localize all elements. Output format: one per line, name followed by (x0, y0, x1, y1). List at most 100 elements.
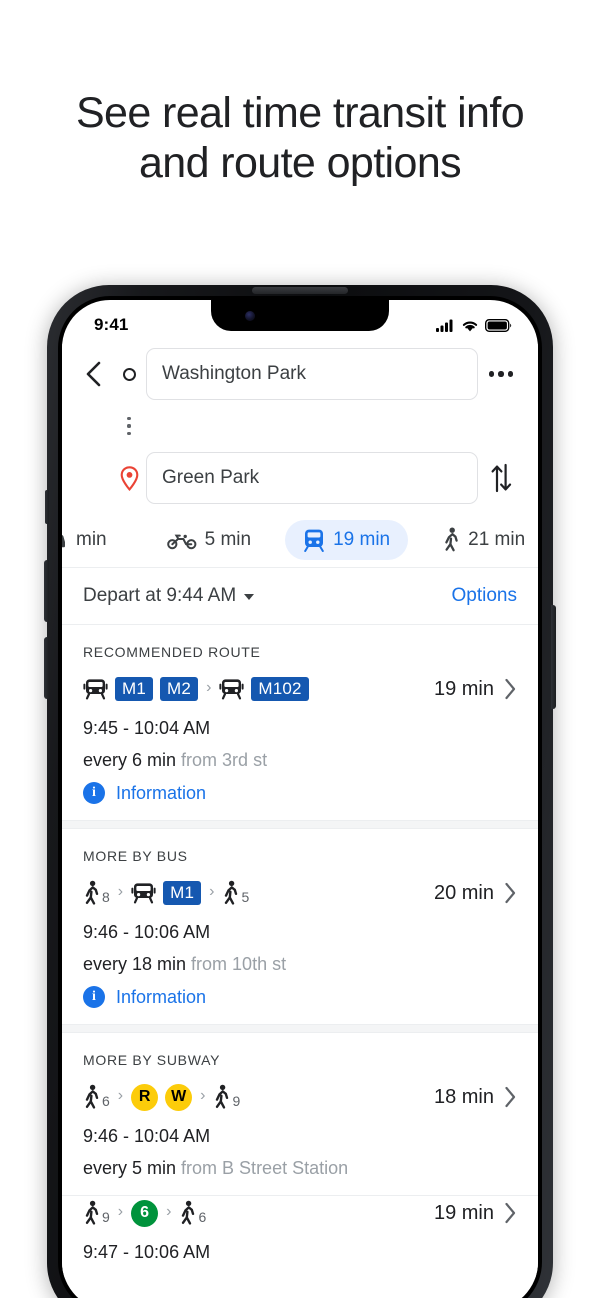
origin-circle-icon (122, 367, 136, 381)
mode-tab-walking[interactable]: 21 min (430, 520, 537, 559)
route-legs: 9 › 6 › 6 (83, 1199, 207, 1227)
route-option[interactable]: 9 › 6 › 6 19 min 9:47 - 10:06 AM (62, 1196, 538, 1279)
route-frequency-value: every 18 min (83, 954, 187, 974)
destination-marker (112, 465, 146, 491)
transit-train-icon (303, 528, 325, 552)
chevron-right-icon (504, 882, 517, 904)
section-divider (62, 1024, 538, 1033)
transit-leg-icon (219, 677, 244, 701)
mode-tab-motorcycle-label: 5 min (204, 528, 252, 550)
volume-down-button[interactable] (44, 637, 49, 699)
destination-row: Green Park (76, 452, 524, 504)
route-frequency-value: every 6 min (83, 750, 177, 770)
route-search-header: Washington Park Green Park (62, 344, 538, 512)
walk-leg: 9 (83, 1200, 110, 1226)
route-legs: M1 M2 › M102 (83, 677, 309, 701)
route-times: 9:47 - 10:06 AM (83, 1242, 211, 1262)
route-duration-label: 19 min (433, 1201, 494, 1224)
destination-input[interactable]: Green Park (146, 452, 478, 504)
bus-icon (219, 677, 244, 701)
walking-icon (222, 880, 239, 906)
mode-tab-driving[interactable]: min (62, 522, 119, 558)
route-legs: 6 › R W › 9 (83, 1083, 240, 1111)
route-connector-row (76, 400, 524, 452)
route-option[interactable]: 6 › R W › 9 18 min 9:46 - 10:04 AM every 5 min f… (62, 1080, 538, 1195)
leg-separator-icon: › (209, 882, 215, 900)
route-information[interactable]: i Information (83, 771, 517, 804)
status-bar-time: 9:41 (94, 315, 129, 334)
route-frequency-value: every 5 min (83, 1158, 177, 1178)
walking-icon (442, 527, 460, 552)
route-information[interactable]: i Information (83, 975, 517, 1008)
walking-icon (213, 1084, 230, 1110)
section-divider (62, 820, 538, 829)
section-title: RECOMMENDED ROUTE (83, 644, 261, 660)
page-root: See real time transit info and route opt… (0, 0, 600, 1298)
walk-leg-minutes: 5 (241, 889, 250, 905)
walk-leg-minutes: 6 (198, 1209, 207, 1225)
swap-direction-button[interactable] (478, 452, 524, 504)
headline-line-1: See real time transit info (75, 89, 525, 137)
route-frequency: every 6 min from 3rd st (83, 750, 268, 770)
mode-tab-transit[interactable]: 19 min (285, 519, 409, 560)
route-duration-label: 19 min (433, 677, 494, 700)
origin-marker (112, 367, 146, 381)
walk-leg: 6 (83, 1084, 110, 1110)
walk-leg: 5 (222, 880, 249, 906)
info-icon: i (83, 986, 105, 1008)
signal-icon (436, 319, 455, 332)
bus-icon (131, 881, 156, 905)
route-badge: M1 (163, 881, 202, 905)
walking-icon (83, 1084, 100, 1110)
route-option[interactable]: M1 M2 › M102 19 min 9:45 - 10:04 AM every 6 mi… (62, 672, 538, 820)
car-icon (62, 530, 68, 550)
route-badge: R (131, 1083, 159, 1111)
route-summary: 9 › 6 › 6 19 min (83, 1196, 517, 1230)
battery-icon (485, 318, 512, 332)
chevron-right-icon (504, 1202, 517, 1224)
leg-separator-icon: › (117, 1086, 124, 1104)
route-duration-label: 20 min (433, 881, 494, 904)
depart-time-label: Depart at 9:44 AM (83, 585, 237, 606)
more-options-button[interactable] (478, 348, 524, 400)
page-headline: See real time transit info and route opt… (0, 88, 600, 188)
route-times: 9:46 - 10:04 AM (83, 1126, 211, 1146)
route-summary: M1 M2 › M102 19 min (83, 672, 517, 706)
destination-input-value: Green Park (162, 467, 260, 488)
walk-leg-minutes: 8 (102, 889, 110, 905)
leg-separator-icon: › (200, 1086, 206, 1104)
depart-time-selector[interactable]: Depart at 9:44 AM (83, 585, 255, 607)
route-badge: M1 (115, 677, 154, 701)
destination-pin-icon (120, 465, 139, 491)
walking-icon (179, 1200, 196, 1226)
route-information-label: Information (116, 782, 207, 803)
volume-up-button[interactable] (44, 560, 49, 622)
phone-screen: 9:41 Washington Park Green Park min 5 mi… (62, 300, 538, 1298)
origin-input[interactable]: Washington Park (146, 348, 478, 400)
route-option[interactable]: 8 › M1 › 5 20 min 9:46 - 10:06 AM every 18 min … (62, 876, 538, 1024)
route-duration: 19 min (434, 1202, 517, 1225)
route-legs: 8 › M1 › 5 (83, 880, 249, 906)
leg-separator-icon: › (117, 882, 124, 900)
route-badge: W (165, 1083, 193, 1111)
bus-icon (83, 677, 108, 701)
mode-tab-motorcycle[interactable]: 5 min (155, 522, 263, 558)
leg-separator-icon: › (166, 1202, 172, 1220)
route-information-label: Information (116, 986, 207, 1007)
travel-mode-tabs: min 5 min 19 min 21 min (62, 512, 538, 568)
walk-leg-minutes: 9 (102, 1209, 110, 1225)
back-button[interactable] (76, 354, 112, 394)
back-chevron-icon (83, 361, 105, 387)
origin-input-value: Washington Park (162, 363, 306, 384)
info-icon: i (83, 782, 105, 804)
options-link[interactable]: Options (452, 585, 517, 607)
route-times: 9:45 - 10:04 AM (83, 718, 211, 738)
route-dashes (112, 412, 146, 440)
status-bar-icons (436, 318, 512, 332)
status-bar: 9:41 (62, 300, 538, 344)
route-duration: 18 min (434, 1086, 517, 1109)
power-button[interactable] (551, 605, 556, 709)
route-duration-label: 18 min (433, 1085, 494, 1108)
silent-switch[interactable] (45, 490, 49, 524)
route-badge: M102 (251, 677, 309, 701)
